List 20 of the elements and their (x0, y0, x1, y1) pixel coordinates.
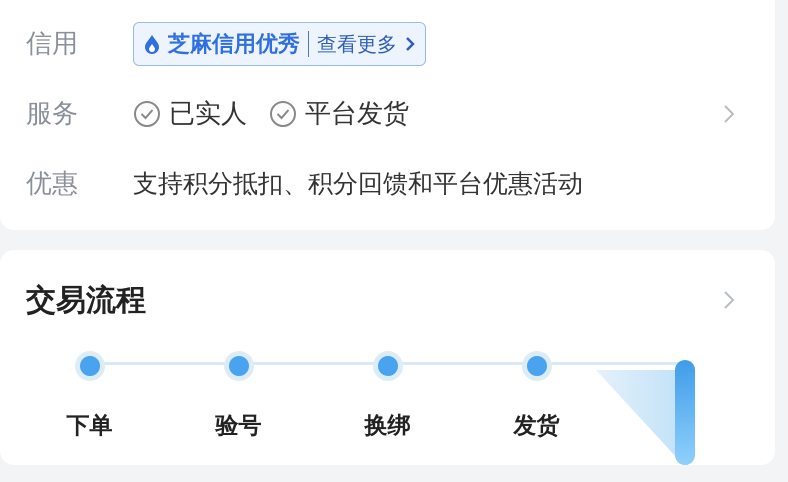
chevron-right-icon (405, 36, 415, 52)
credit-badge[interactable]: 芝麻信用优秀 查看更多 (133, 22, 426, 66)
chevron-right-icon[interactable] (723, 290, 735, 310)
check-circle-icon (133, 100, 161, 128)
credit-title: 芝麻信用优秀 (168, 30, 300, 58)
service-tag: 平台发货 (305, 94, 409, 134)
step-label: 下单 (66, 412, 112, 441)
flame-icon (144, 34, 160, 54)
row-label: 优惠 (26, 168, 79, 200)
step-label: 发货 (514, 412, 560, 441)
card-title: 交易流程 (26, 282, 146, 320)
chevron-right-icon[interactable] (723, 104, 735, 124)
row-label: 服务 (26, 98, 79, 130)
row-label: 信用 (26, 28, 79, 60)
service-tag: 已实人 (169, 94, 247, 134)
discount-text: 支持积分抵扣、积分回馈和平台优惠活动 (133, 168, 583, 200)
step-label: 换绑 (364, 412, 410, 441)
see-more-link[interactable]: 查看更多 (317, 29, 397, 59)
check-circle-icon (269, 100, 297, 128)
step-label: 验号 (216, 412, 262, 441)
